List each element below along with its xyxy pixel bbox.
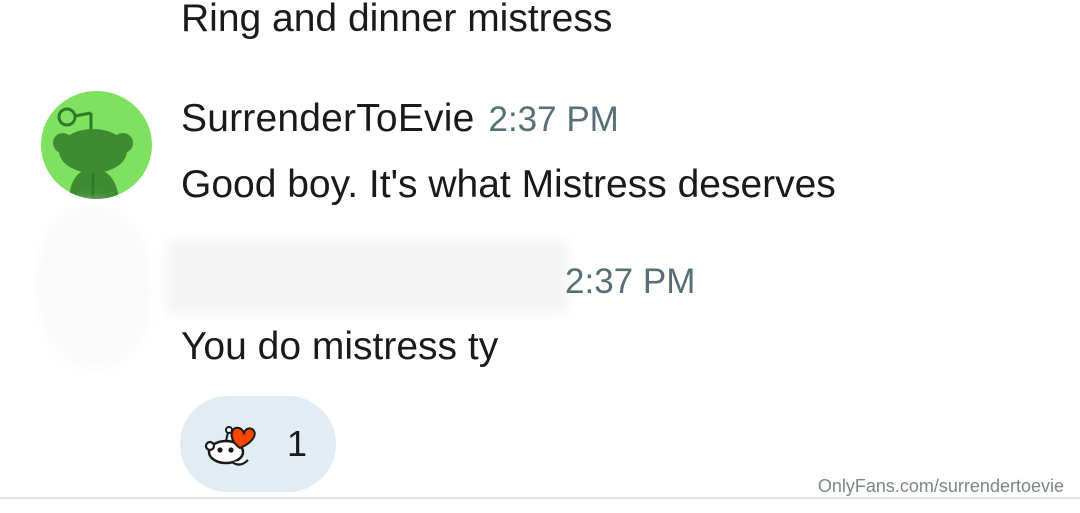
redacted-username — [172, 246, 562, 308]
watermark-text: OnlyFans.com/surrendertoevie — [817, 476, 1064, 496]
message-header: SurrenderToEvie 2:37 PM — [181, 97, 619, 141]
user-avatar[interactable] — [41, 91, 152, 199]
message-username[interactable]: SurrenderToEvie — [181, 97, 474, 140]
message-timestamp: 2:37 PM — [565, 262, 696, 301]
divider — [0, 497, 1080, 499]
reaction-pill[interactable]: 1 — [180, 396, 336, 492]
message-body: Good boy. It's what Mistress deserves — [181, 163, 836, 206]
snoo-heart-icon — [204, 426, 256, 466]
message-body: You do mistress ty — [181, 325, 499, 368]
message-timestamp: 2:37 PM — [488, 100, 619, 139]
previous-message-text: Ring and dinner mistress — [181, 0, 613, 40]
snoo-avatar-icon — [53, 107, 133, 199]
redacted-avatar — [44, 212, 146, 362]
reaction-count: 1 — [287, 423, 308, 464]
